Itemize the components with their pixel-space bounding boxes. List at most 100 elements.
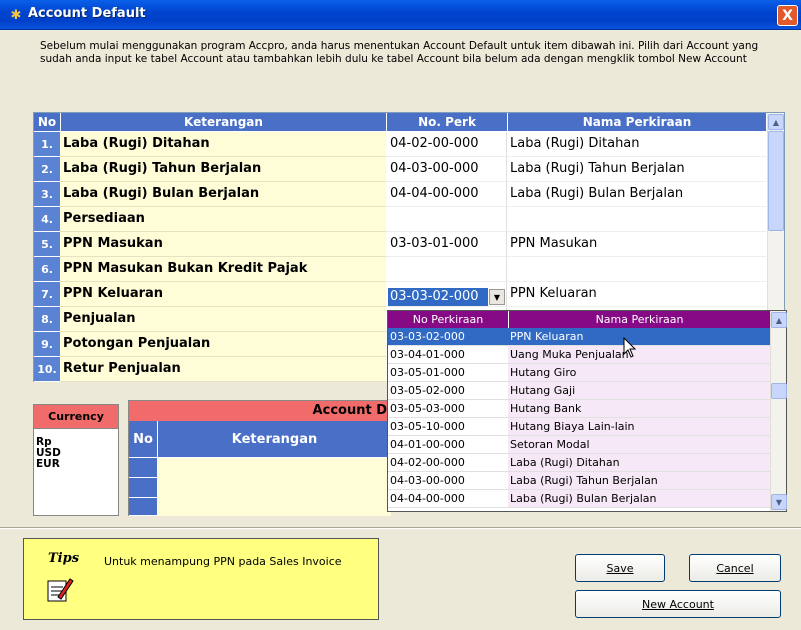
row-keterangan: Penjualan bbox=[60, 307, 386, 332]
table-row[interactable]: 4. Persediaan bbox=[34, 207, 766, 232]
table-row[interactable] bbox=[129, 478, 391, 498]
tips-label: Tips bbox=[48, 551, 80, 566]
list-item-nama: Hutang Giro bbox=[508, 364, 770, 382]
row-number: 8. bbox=[34, 307, 60, 332]
app-icon: ✱ bbox=[10, 7, 22, 23]
combo-value[interactable]: 03-03-02-000 bbox=[388, 288, 488, 306]
table-row[interactable]: 5. PPN Masukan 03-03-01-000 PPN Masukan bbox=[34, 232, 766, 257]
dropdown-arrow-icon[interactable]: ▼ bbox=[489, 289, 505, 305]
intro-text: Sebelum mulai menggunakan program Accpro… bbox=[40, 40, 759, 65]
table-row[interactable] bbox=[129, 458, 391, 478]
scroll-down-icon[interactable]: ▼ bbox=[771, 494, 787, 510]
row-no-perk[interactable] bbox=[386, 207, 507, 232]
row-keterangan: Potongan Penjualan bbox=[60, 332, 386, 357]
notepad-pencil-icon bbox=[47, 578, 74, 602]
row-number: 3. bbox=[34, 182, 60, 207]
no-perk-combo[interactable]: 03-03-02-000 ▼ bbox=[388, 288, 508, 306]
list-item[interactable]: 03-05-02-000 Hutang Gaji bbox=[388, 382, 770, 400]
list-item-nama: Uang Muka Penjualan bbox=[508, 346, 770, 364]
list-item-no: 04-01-00-000 bbox=[388, 436, 508, 454]
row-nama: PPN Keluaran bbox=[507, 282, 766, 307]
row-no-perk[interactable]: 04-04-00-000 bbox=[386, 182, 507, 207]
row-number: 9. bbox=[34, 332, 60, 357]
row-nama bbox=[507, 207, 766, 232]
list-item-no: 04-02-00-000 bbox=[388, 454, 508, 472]
scroll-up-icon[interactable]: ▲ bbox=[771, 312, 787, 328]
row-keterangan: Laba (Rugi) Ditahan bbox=[60, 132, 386, 157]
row-keterangan: PPN Masukan Bukan Kredit Pajak bbox=[60, 257, 386, 282]
list-item[interactable]: 03-05-03-000 Hutang Bank bbox=[388, 400, 770, 418]
dropdown-header-nama: Nama Perkiraan bbox=[508, 311, 770, 328]
list-item-no: 03-05-03-000 bbox=[388, 400, 508, 418]
table-row[interactable]: 3. Laba (Rugi) Bulan Berjalan 04-04-00-000… bbox=[34, 182, 766, 207]
divider bbox=[0, 527, 801, 529]
close-button[interactable]: X bbox=[777, 5, 798, 26]
list-item-no: 03-05-02-000 bbox=[388, 382, 508, 400]
tips-box: Tips Untuk menampung PPN pada Sales Invo… bbox=[23, 538, 379, 620]
list-item-nama: Laba (Rugi) Tahun Berjalan bbox=[508, 472, 770, 490]
row-number: 1. bbox=[34, 132, 60, 157]
col-header-no: No bbox=[34, 113, 60, 131]
row-number: 5. bbox=[34, 232, 60, 257]
save-button[interactable]: Save bbox=[575, 554, 665, 582]
dropdown-scrollbar[interactable]: ▲ ▼ bbox=[770, 311, 787, 511]
currency-title: Currency bbox=[34, 405, 118, 429]
mouse-cursor-icon bbox=[623, 337, 637, 358]
account-currency-panel: Account D No Keterangan bbox=[128, 400, 391, 516]
row-keterangan: Retur Penjualan bbox=[60, 357, 386, 382]
list-item-nama: Hutang Biaya Lain-lain bbox=[508, 418, 770, 436]
row-number: 6. bbox=[34, 257, 60, 282]
scroll-thumb[interactable] bbox=[768, 131, 784, 231]
table-row[interactable] bbox=[129, 498, 391, 516]
list-item[interactable]: 03-04-01-000 Uang Muka Penjualan bbox=[388, 346, 770, 364]
tips-text: Untuk menampung PPN pada Sales Invoice bbox=[104, 555, 342, 568]
row-no-perk[interactable] bbox=[386, 257, 507, 282]
list-item[interactable]: 03-03-02-000 PPN Keluaran bbox=[388, 328, 770, 346]
table-row[interactable]: 2. Laba (Rugi) Tahun Berjalan 04-03-00-000… bbox=[34, 157, 766, 182]
save-button-label: Save bbox=[606, 561, 634, 575]
dropdown-header-no: No Perkiraan bbox=[388, 311, 508, 328]
row-no-perk[interactable]: 03-03-01-000 bbox=[386, 232, 507, 257]
list-item-no: 03-04-01-000 bbox=[388, 346, 508, 364]
list-item-nama: Hutang Gaji bbox=[508, 382, 770, 400]
scroll-up-icon[interactable]: ▲ bbox=[768, 114, 784, 130]
row-nama: Laba (Rugi) Tahun Berjalan bbox=[507, 157, 766, 182]
table-row[interactable]: 1. Laba (Rugi) Ditahan 04-02-00-000 Laba (R… bbox=[34, 132, 766, 157]
new-account-button[interactable]: New Account bbox=[575, 590, 781, 618]
table-row[interactable]: 6. PPN Masukan Bukan Kredit Pajak bbox=[34, 257, 766, 282]
cancel-button-label: Cancel bbox=[716, 561, 754, 575]
list-item-no: 03-03-02-000 bbox=[388, 328, 508, 346]
cancel-button[interactable]: Cancel bbox=[689, 554, 781, 582]
list-item[interactable]: 04-01-00-000 Setoran Modal bbox=[388, 436, 770, 454]
scroll-thumb[interactable] bbox=[771, 383, 787, 399]
row-nama: Laba (Rugi) Bulan Berjalan bbox=[507, 182, 766, 207]
row-number: 10. bbox=[34, 357, 60, 382]
list-item-nama: Laba (Rugi) Bulan Berjalan bbox=[508, 490, 770, 508]
list-item[interactable]: 03-05-01-000 Hutang Giro bbox=[388, 364, 770, 382]
row-no-perk[interactable]: 04-03-00-000 bbox=[386, 157, 507, 182]
row-keterangan: Laba (Rugi) Bulan Berjalan bbox=[60, 182, 386, 207]
new-account-button-label: New Account bbox=[642, 597, 714, 611]
row-nama bbox=[507, 257, 766, 282]
col-header-no-perk: No. Perk bbox=[386, 113, 507, 131]
row-number: 2. bbox=[34, 157, 60, 182]
account-dropdown-list[interactable]: No Perkiraan Nama Perkiraan 03-03-02-000… bbox=[387, 310, 787, 512]
list-item[interactable]: 04-02-00-000 Laba (Rugi) Ditahan bbox=[388, 454, 770, 472]
list-item-no: 03-05-10-000 bbox=[388, 418, 508, 436]
account-col-header-no: No bbox=[129, 421, 157, 457]
account-col-header-keterangan: Keterangan bbox=[157, 421, 391, 457]
row-no-perk[interactable]: 04-02-00-000 bbox=[386, 132, 507, 157]
list-item-no: 04-03-00-000 bbox=[388, 472, 508, 490]
row-keterangan: PPN Masukan bbox=[60, 232, 386, 257]
currency-item[interactable]: EUR bbox=[34, 459, 118, 470]
row-number: 4. bbox=[34, 207, 60, 232]
list-item-nama: PPN Keluaran bbox=[508, 328, 770, 346]
row-number: 7. bbox=[34, 282, 60, 307]
list-item[interactable]: 04-04-00-000 Laba (Rugi) Bulan Berjalan bbox=[388, 490, 770, 508]
list-item[interactable]: 04-03-00-000 Laba (Rugi) Tahun Berjalan bbox=[388, 472, 770, 490]
list-item-nama: Hutang Bank bbox=[508, 400, 770, 418]
row-nama: Laba (Rugi) Ditahan bbox=[507, 132, 766, 157]
list-item-no: 04-04-00-000 bbox=[388, 490, 508, 508]
list-item-no: 03-05-01-000 bbox=[388, 364, 508, 382]
list-item[interactable]: 03-05-10-000 Hutang Biaya Lain-lain bbox=[388, 418, 770, 436]
